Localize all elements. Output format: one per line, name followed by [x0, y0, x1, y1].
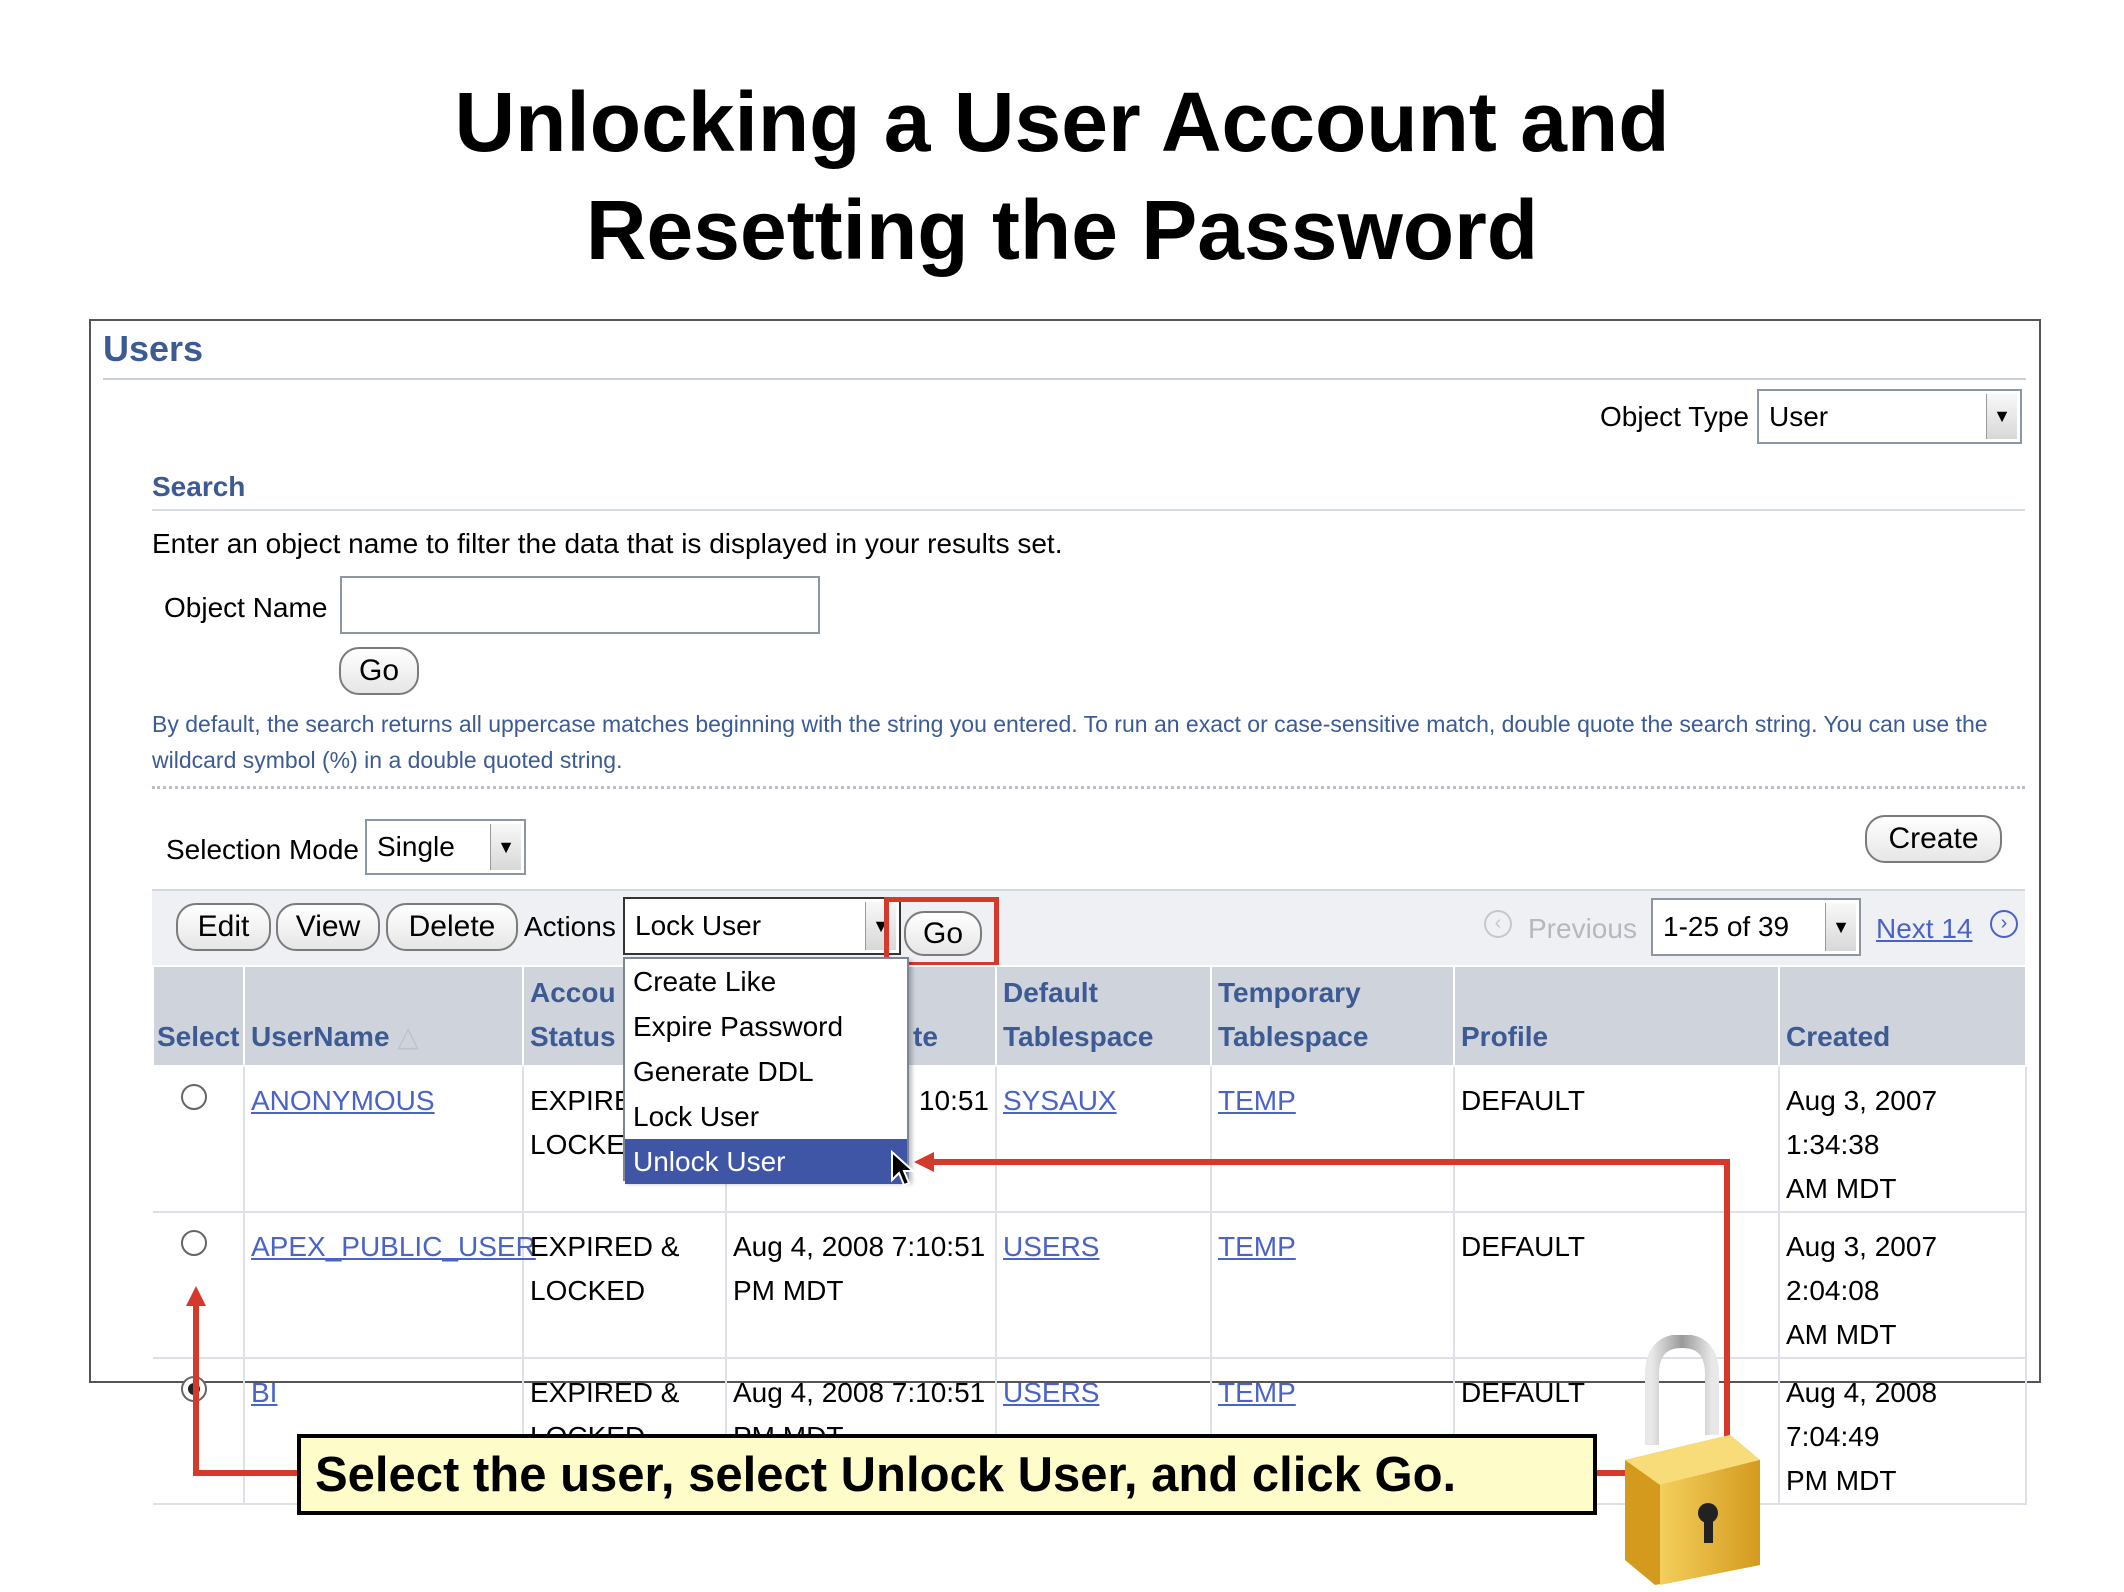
callout-connector-lines	[186, 1152, 1730, 1476]
padlock-icon	[1625, 1335, 1760, 1585]
instruction-callout: Select the user, select Unlock User, and…	[297, 1434, 1597, 1515]
